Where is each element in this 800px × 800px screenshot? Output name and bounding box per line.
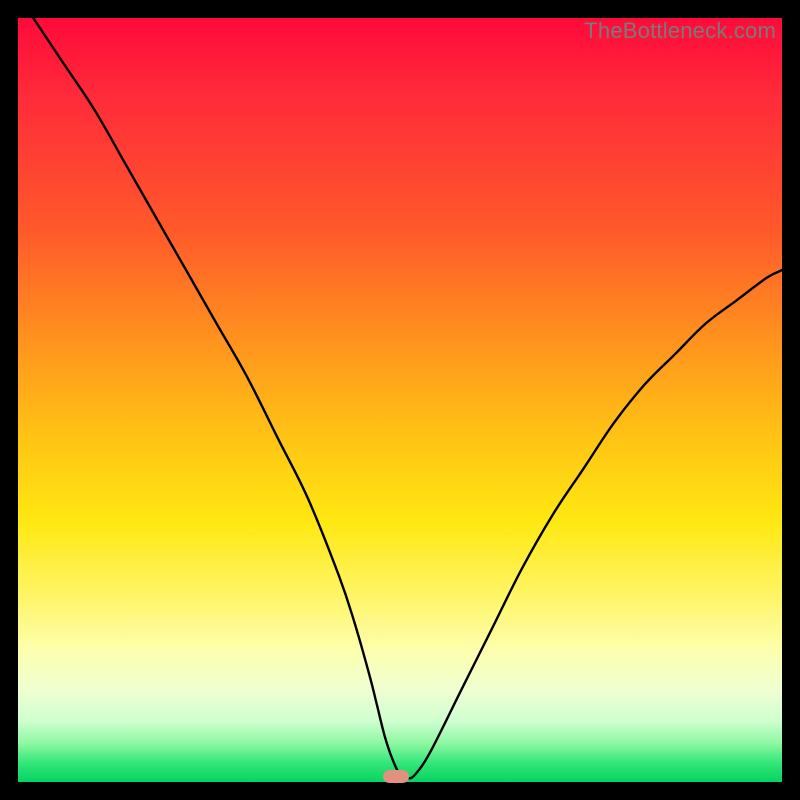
plot-area: TheBottleneck.com	[18, 18, 782, 782]
curve-path	[33, 18, 782, 778]
chart-stage: TheBottleneck.com	[0, 0, 800, 800]
bottleneck-curve	[18, 18, 782, 782]
optimal-point-marker	[383, 770, 409, 783]
